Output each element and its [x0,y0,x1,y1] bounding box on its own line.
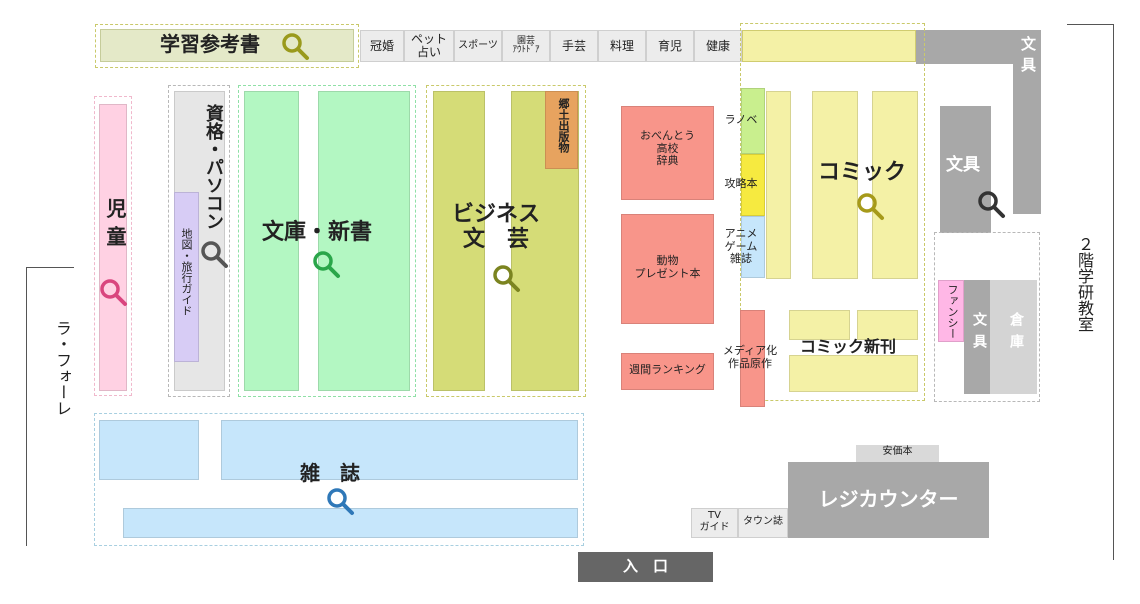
stationery-mid-label: 文具 [946,155,980,175]
qualification-label: 資格・パソコン [203,104,224,230]
children-search-icon[interactable] [97,276,129,308]
stationery-search-icon[interactable] [975,188,1007,220]
topcell-sports[interactable]: スポーツ [454,30,502,62]
storage-label: 倉庫 [1008,312,1024,356]
magazine-search-icon[interactable] [324,485,356,517]
topcell-craft[interactable]: 手芸 [550,30,598,62]
magazine-label: 雑 誌 [300,461,360,485]
qualification-search-icon[interactable] [198,238,230,270]
town-label: タウン誌 [743,516,783,527]
stationery-top-label: 文具 [1019,36,1037,78]
ranobe-label: ラノベ [724,113,758,126]
register-label: レジカウンター [818,487,959,511]
magazine-shelf-a[interactable] [99,420,199,480]
comic-label: コミック [818,160,907,185]
bunko-search-icon[interactable] [310,248,342,280]
magazine-shelf-b[interactable] [221,420,578,480]
study-search-icon[interactable] [279,30,311,62]
tv-guide-label: TV ガイド [699,510,730,533]
stationery-low-label: 文具 [971,312,987,356]
anime-label: アニメ ゲーム 雑誌 [724,227,758,266]
topcell-garden[interactable]: 園芸 ｱｳﾄﾄﾞｱ [502,30,550,62]
entrance-label: 入 口 [622,557,668,575]
comic-search-icon[interactable] [854,190,886,222]
guide-label: 攻略本 [724,177,758,190]
bunko-label: 文庫・新書 [262,220,373,245]
weekly-label: 週間ランキング [629,363,706,376]
bargain-label: 安価本 [882,446,913,457]
local-label: 郷土出版物 [557,98,570,153]
children-label: 児童 [103,198,127,254]
comic-new-label: コミック新刊 [800,337,897,356]
media-label: メディア化 作品原作 [722,344,778,370]
comic-new-shelf-c[interactable] [789,355,918,392]
animal-label: 動物 プレゼント本 [634,254,701,280]
la-fore-label: ラ・フォーレ [53,320,72,416]
business-search-icon[interactable] [490,262,522,294]
comic-new-shelf-a[interactable] [789,310,850,340]
comic-new-shelf-b[interactable] [857,310,918,340]
topcell-kankon[interactable]: 冠婚 [360,30,404,62]
gakken-label: ２階学研教室 [1075,236,1094,332]
obento-label: おべんとう 高校 辞典 [640,129,695,168]
comic-shelf-1[interactable] [766,91,791,279]
topcell-pet[interactable]: ペット 占い [404,30,454,62]
study-label: 学習参考書 [160,32,260,56]
topcell-cooking[interactable]: 料理 [598,30,646,62]
map-travel-label: 地図・旅行ガイド [180,228,193,316]
business-label: ビジネス 文 芸 [452,202,541,253]
topcell-health[interactable]: 健康 [694,30,742,62]
fancy-label: ファンシー [946,284,959,339]
topcell-childcare[interactable]: 育児 [646,30,694,62]
